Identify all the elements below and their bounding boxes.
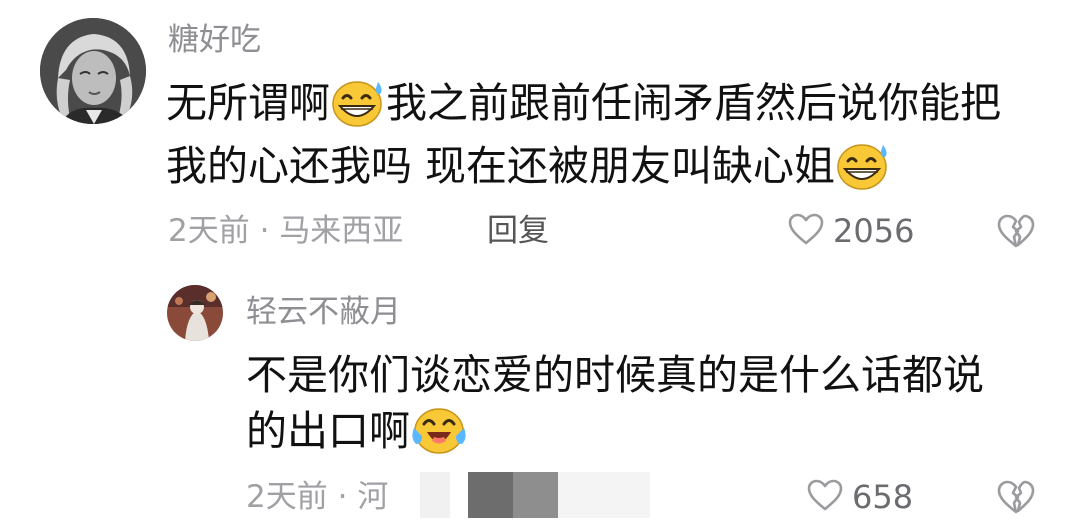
like-button[interactable]: 2056 [787, 210, 914, 252]
meta-separator: · [337, 479, 348, 515]
avatar[interactable] [40, 18, 146, 124]
reply-text-line-2: 的出口啊 [246, 400, 468, 463]
crying-laughing-emoji [410, 404, 468, 456]
meta-separator: · [259, 213, 270, 249]
reply-text: 不是你们谈恋爱的时候真的是什么话都说 [246, 344, 984, 407]
comment-text-line-2: 我的心还我吗 现在还被朋友叫缺心姐 [166, 135, 891, 198]
comment-location: 马来西亚 [279, 213, 404, 249]
reply-button[interactable]: 回复 [487, 210, 549, 252]
comment-meta: 2天前 · 马来西亚 [168, 210, 403, 252]
reply-location: 河 [357, 479, 389, 515]
reply-like-button[interactable]: 658 [806, 476, 913, 518]
comment-text-part-3: 我的心还我吗 现在还被朋友叫缺心姐 [166, 142, 836, 190]
like-count: 2056 [833, 212, 915, 250]
heart-outline-icon [806, 478, 844, 516]
broken-heart-icon [996, 214, 1036, 253]
reply-meta: 2天前 · 河 [246, 476, 388, 518]
reply-text-part-1: 不是你们谈恋爱的时候真的是什么话都说 [246, 351, 984, 399]
comment-text: 无所谓啊 我之前跟前任闹矛盾然后说你能把 [166, 72, 1001, 135]
comment-text-part-2: 我之前跟前任闹矛盾然后说你能把 [386, 79, 1001, 127]
censor-block [420, 472, 650, 518]
dislike-button[interactable] [996, 213, 1036, 253]
reply-time: 2天前 [246, 479, 328, 515]
heart-outline-icon [787, 212, 825, 250]
comment-time: 2天前 [168, 213, 250, 249]
sweat-grin-emoji [330, 76, 386, 128]
reply-username[interactable]: 轻云不蔽月 [246, 292, 401, 332]
reply-like-count: 658 [852, 478, 914, 516]
comment-text-part-1: 无所谓啊 [166, 79, 330, 127]
sweat-grin-emoji [835, 139, 891, 191]
comment-username[interactable]: 糖好吃 [168, 20, 261, 60]
reply-dislike-button[interactable] [996, 479, 1036, 519]
broken-heart-icon [996, 480, 1036, 519]
reply-text-part-2: 的出口啊 [246, 407, 410, 455]
reply-avatar[interactable] [167, 285, 223, 341]
